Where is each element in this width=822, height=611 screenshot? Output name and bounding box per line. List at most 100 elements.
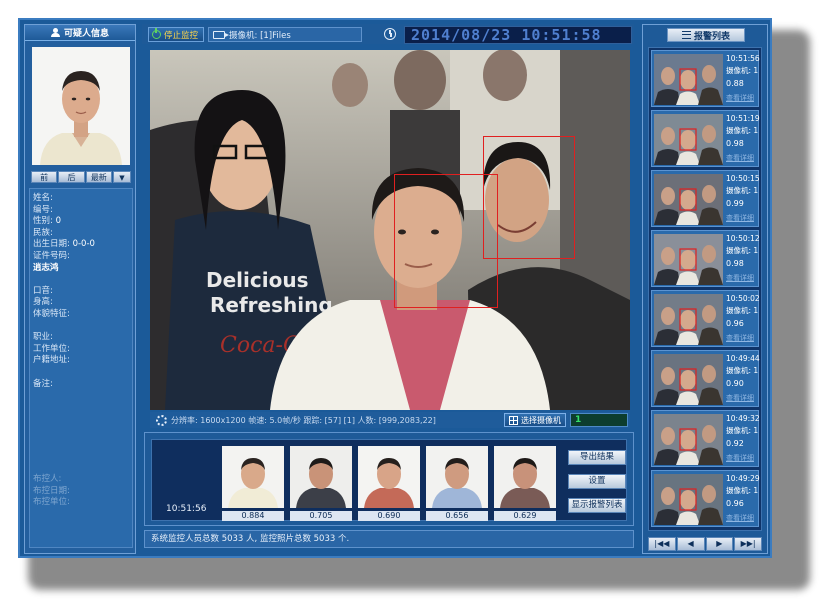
- export-results-button[interactable]: 导出结果: [568, 450, 626, 465]
- alarm-item[interactable]: 10:49:29 摄像机: 1 0.96 查看详细: [651, 470, 760, 527]
- match-candidate[interactable]: 0.705: [290, 446, 352, 521]
- match-score: 0.705: [290, 511, 352, 521]
- video-info-bar: 分辨率: 1600x1200 帧速: 5.0帧/秒 跟踪: [57] [1] 人…: [150, 412, 630, 428]
- prev-page-button[interactable]: ◀: [676, 537, 705, 551]
- match-candidate[interactable]: 0.656: [426, 446, 488, 521]
- match-candidate[interactable]: 0.884: [222, 446, 284, 521]
- view-details-link[interactable]: 查看详细: [726, 333, 754, 343]
- view-details-link[interactable]: 查看详细: [726, 513, 754, 523]
- monitor-toolbar: 停止监控 摄像机: [1]Files 2014/08/23 10:51:58: [142, 24, 634, 44]
- field-height: 身高:: [33, 297, 53, 308]
- alarm-time: 10:49:32: [726, 414, 760, 423]
- camera-source-field[interactable]: 摄像机: [1]Files: [208, 27, 362, 42]
- first-page-button[interactable]: |◀◀: [648, 537, 676, 551]
- alarm-item[interactable]: 10:50:12 摄像机: 1 0.98 查看详细: [651, 230, 760, 287]
- field-deploy-date: 布控日期:: [33, 485, 70, 496]
- view-details-link[interactable]: 查看详细: [726, 453, 754, 463]
- match-candidate[interactable]: 0.690: [358, 446, 420, 521]
- suspect-details: 姓名: 编号: 性别: 0 民族: 出生日期: 0-0-0 证件号码: 逍志鸿 …: [29, 188, 133, 548]
- alarm-camera: 摄像机: 1: [726, 246, 759, 255]
- alarm-item[interactable]: 10:50:15 摄像机: 1 0.99 查看详细: [651, 170, 760, 227]
- select-camera-label: 选择摄像机: [521, 415, 561, 425]
- alarm-thumbnail: [654, 114, 723, 165]
- view-details-link[interactable]: 查看详细: [726, 213, 754, 223]
- match-score: 0.629: [494, 511, 556, 521]
- match-candidate[interactable]: 0.629: [494, 446, 556, 521]
- match-score: 0.690: [358, 511, 420, 521]
- alarm-thumbnail: [654, 474, 723, 525]
- alarm-score: 0.98: [726, 259, 744, 268]
- camera-page-field[interactable]: 1: [570, 413, 628, 427]
- view-details-link[interactable]: 查看详细: [726, 153, 754, 163]
- status-bar: 系统监控人员总数 5033 人, 监控照片总数 5033 个.: [144, 530, 634, 548]
- live-video-feed[interactable]: Delicious Refreshing Coca-Cola: [150, 50, 630, 410]
- alarm-item[interactable]: 10:50:02 摄像机: 1 0.96 查看详细: [651, 290, 760, 347]
- alarm-score: 0.98: [726, 139, 744, 148]
- app-window: 可疑人信息 前 后 最新 ▼ 姓名: 编号: 性别: 0 民族: 出生日期: 0…: [18, 18, 772, 558]
- next-button[interactable]: 后: [58, 171, 85, 183]
- settings-gear-icon[interactable]: [156, 414, 167, 426]
- alarm-camera: 摄像机: 1: [726, 186, 759, 195]
- power-icon: [152, 28, 161, 39]
- select-camera-button[interactable]: 选择摄像机: [504, 413, 566, 427]
- alarm-list-panel: 报警列表 10:51:56 摄像机: 1 0.88 查看详细 10:51:19 摄像机: …: [642, 24, 768, 554]
- match-photo: [222, 446, 284, 508]
- field-deploy-unit: 布控单位:: [33, 497, 70, 508]
- field-name: 姓名:: [33, 193, 53, 203]
- suspect-nav: 前 后 最新 ▼: [31, 171, 131, 183]
- person-icon: [50, 28, 60, 37]
- view-details-link[interactable]: 查看详细: [726, 393, 754, 403]
- alarm-item[interactable]: 10:49:32 摄像机: 1 0.92 查看详细: [651, 410, 760, 467]
- alarm-time: 10:51:56: [726, 54, 760, 63]
- camera-source-label: 摄像机: [1]Files: [229, 30, 291, 41]
- alarm-camera: 摄像机: 1: [726, 486, 759, 495]
- field-id: 编号:: [33, 204, 53, 215]
- alarm-pager: |◀◀ ◀ ▶ ▶▶|: [648, 537, 762, 551]
- suspect-info-title-text: 可疑人信息: [63, 29, 109, 39]
- alarm-item[interactable]: 10:51:19 摄像机: 1 0.98 查看详细: [651, 110, 760, 167]
- last-page-button[interactable]: ▶▶|: [734, 537, 762, 551]
- datetime-display: 2014/08/23 10:51:58: [404, 26, 632, 44]
- settings-button[interactable]: 设置: [568, 474, 626, 489]
- video-camera-icon: [213, 30, 229, 39]
- alarm-list-title-text: 报警列表: [693, 31, 730, 42]
- stop-monitor-button[interactable]: 停止监控: [148, 27, 204, 42]
- alarm-camera: 摄像机: 1: [726, 366, 759, 375]
- match-results-panel: 10:51:56 0.884 0.705 0.690 0.656 0.629 导…: [144, 432, 634, 526]
- alarm-camera: 摄像机: 1: [726, 66, 759, 75]
- view-details-link[interactable]: 查看详细: [726, 93, 754, 103]
- alarm-item[interactable]: 10:51:56 摄像机: 1 0.88 查看详细: [651, 50, 760, 107]
- alarm-list[interactable]: 10:51:56 摄像机: 1 0.88 查看详细 10:51:19 摄像机: 1 0.98…: [648, 47, 762, 531]
- alarm-score: 0.96: [726, 499, 744, 508]
- alarm-camera: 摄像机: 1: [726, 426, 759, 435]
- match-score: 0.656: [426, 511, 488, 521]
- match-photo: [494, 446, 556, 508]
- alarm-item[interactable]: 10:49:44 摄像机: 1 0.90 查看详细: [651, 350, 760, 407]
- field-remark: 备注:: [33, 378, 53, 389]
- field-address: 户籍地址:: [33, 355, 70, 366]
- alarm-time: 10:50:15: [726, 174, 760, 183]
- latest-button[interactable]: 最新: [85, 171, 112, 183]
- suspect-photo: [32, 47, 130, 165]
- alarm-thumbnail: [654, 354, 723, 405]
- grid-view-icon: [509, 415, 518, 425]
- nav-dropdown-button[interactable]: ▼: [112, 171, 131, 183]
- prev-button[interactable]: 前: [31, 171, 58, 183]
- remark-area: [33, 390, 129, 474]
- view-details-link[interactable]: 查看详细: [726, 273, 754, 283]
- alarm-time: 10:49:44: [726, 354, 760, 363]
- next-page-button[interactable]: ▶: [705, 537, 734, 551]
- suspect-info-title: 可疑人信息: [25, 25, 135, 41]
- show-alarm-list-button[interactable]: 显示报警列表: [568, 498, 626, 513]
- alarm-score: 0.92: [726, 439, 744, 448]
- field-features: 体貌特征:: [33, 308, 70, 319]
- alarm-time: 10:50:02: [726, 294, 760, 303]
- field-gender: 性别: 0: [33, 216, 61, 227]
- shirt-text-line2: Refreshing: [210, 293, 333, 317]
- alarm-camera: 摄像机: 1: [726, 126, 759, 135]
- alarm-thumbnail: [654, 414, 723, 465]
- match-photo: [426, 446, 488, 508]
